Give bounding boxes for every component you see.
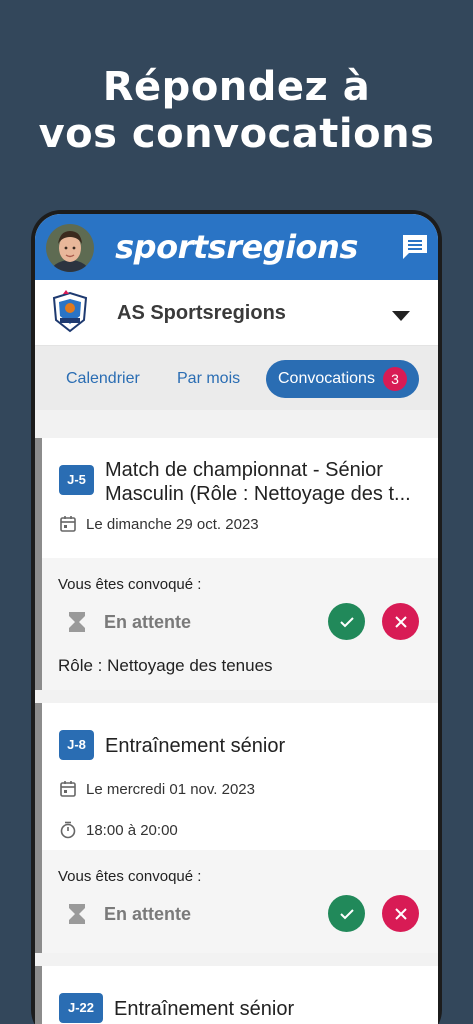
convocations-count-badge: 3 bbox=[383, 367, 407, 391]
decline-button[interactable] bbox=[382, 603, 419, 640]
close-icon bbox=[394, 907, 407, 920]
promo-line-2: vos convocations bbox=[38, 111, 435, 157]
event-date-text: Le dimanche 29 oct. 2023 bbox=[86, 515, 259, 533]
club-name: AS Sportsregions bbox=[117, 302, 286, 324]
event-title-line-1: Match de championnat - Sénior bbox=[105, 459, 383, 481]
event-date: Le mercredi 01 nov. 2023 bbox=[59, 780, 255, 798]
event-card[interactable]: J-22 Entraînement sénior bbox=[35, 966, 438, 1024]
response-status-text: En attente bbox=[104, 611, 192, 632]
response-status: En attente bbox=[66, 902, 191, 926]
tab-convocations[interactable]: Convocations 3 bbox=[266, 360, 419, 398]
stopwatch-icon bbox=[60, 821, 76, 839]
event-title-line-2: Masculin (Rôle : Nettoyage des t... bbox=[105, 483, 411, 505]
sportsregions-logo: sportsregions bbox=[115, 228, 358, 266]
app-screen: sportsregions AS Sportsregions Calendrie… bbox=[35, 214, 438, 1024]
event-time: 18:00 à 20:00 bbox=[59, 821, 178, 839]
hourglass-icon bbox=[69, 904, 85, 924]
decline-button[interactable] bbox=[382, 895, 419, 932]
convoq-label: Vous êtes convoqué : bbox=[58, 868, 202, 885]
club-crest-icon bbox=[51, 290, 89, 334]
event-date-text: Le mercredi 01 nov. 2023 bbox=[86, 780, 255, 798]
tab-bar: Calendrier Par mois Convocations 3 bbox=[35, 346, 438, 410]
check-icon bbox=[339, 616, 354, 627]
event-day-tag: J-5 bbox=[59, 465, 94, 495]
response-panel: Vous êtes convoqué : En attente Rôle : N… bbox=[42, 558, 438, 690]
event-title-line-1: Entraînement sénior bbox=[114, 998, 295, 1020]
event-date: Le dimanche 29 oct. 2023 bbox=[59, 515, 259, 533]
accept-button[interactable] bbox=[328, 895, 365, 932]
event-day-tag: J-22 bbox=[59, 993, 103, 1023]
event-role: Rôle : Nettoyage des tenues bbox=[58, 656, 273, 675]
calendar-icon bbox=[60, 781, 76, 797]
response-status: En attente bbox=[66, 610, 191, 634]
convoq-label: Vous êtes convoqué : bbox=[58, 576, 202, 593]
event-title-line-1: Entraînement sénior bbox=[105, 735, 286, 757]
event-day-tag: J-8 bbox=[59, 730, 94, 760]
tab-calendrier[interactable]: Calendrier bbox=[66, 360, 140, 398]
tab-convocations-label: Convocations bbox=[278, 370, 375, 387]
calendar-icon bbox=[60, 516, 76, 532]
promo-headline: Répondez à vos convocations bbox=[0, 64, 473, 158]
hourglass-icon bbox=[69, 612, 85, 632]
promo-line-1: Répondez à bbox=[102, 64, 371, 110]
response-status-text: En attente bbox=[104, 903, 192, 924]
close-icon bbox=[394, 615, 407, 628]
check-icon bbox=[339, 908, 354, 919]
response-panel: Vous êtes convoqué : En attente bbox=[42, 850, 438, 953]
accept-button[interactable] bbox=[328, 603, 365, 640]
tab-par-mois[interactable]: Par mois bbox=[177, 360, 240, 398]
event-time-text: 18:00 à 20:00 bbox=[86, 821, 178, 839]
caret-down-icon[interactable] bbox=[392, 308, 410, 321]
app-bar: sportsregions bbox=[35, 214, 438, 280]
event-card[interactable]: J-8 Entraînement sénior Le mercredi 01 n… bbox=[35, 703, 438, 953]
chat-icon[interactable] bbox=[400, 232, 430, 262]
event-card[interactable]: J-5 Match de championnat - Sénior Mascul… bbox=[35, 438, 438, 690]
club-selector[interactable]: AS Sportsregions bbox=[35, 280, 438, 346]
